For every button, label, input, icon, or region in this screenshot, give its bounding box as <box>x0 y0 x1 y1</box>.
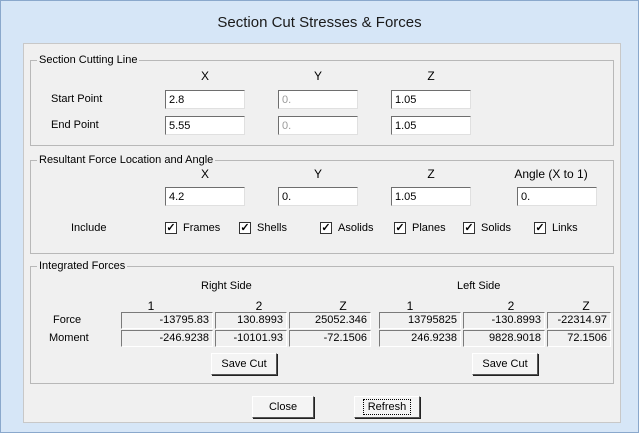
frames-checkbox[interactable]: ✓ Frames <box>165 221 220 235</box>
solids-checkbox[interactable]: ✓ Solids <box>463 221 511 235</box>
left-moment-1-value: 246.9238 <box>379 330 461 347</box>
left-force-1-value: 13795825 <box>379 312 461 329</box>
refresh-button-label: Refresh <box>362 399 412 415</box>
check-mark-icon: ✓ <box>165 222 177 234</box>
resultant-y-field[interactable] <box>278 187 358 206</box>
check-mark-icon: ✓ <box>320 222 332 234</box>
check-mark-icon: ✓ <box>394 222 406 234</box>
right-force-z-value: 25052.346 <box>289 312 371 329</box>
end-point-label: End Point <box>51 119 99 131</box>
left-force-2-value: -130.8993 <box>463 312 545 329</box>
right-col-2-header: 2 <box>255 299 263 313</box>
right-force-2-value: 130.8993 <box>215 312 287 329</box>
start-point-x-field[interactable] <box>165 90 245 109</box>
header-x: X <box>200 69 209 83</box>
left-col-2-header: 2 <box>507 299 515 313</box>
right-side-label: Right Side <box>201 280 252 292</box>
check-mark-icon: ✓ <box>239 222 251 234</box>
end-point-y-field <box>278 116 358 135</box>
title-bar: Section Cut Stresses & Forces <box>1 1 638 43</box>
close-button[interactable]: Close <box>252 396 314 418</box>
left-save-cut-button[interactable]: Save Cut <box>472 353 538 375</box>
resultant-x-field[interactable] <box>165 187 245 206</box>
right-moment-2-value: -10101.93 <box>215 330 287 347</box>
refresh-button[interactable]: Refresh <box>354 396 420 418</box>
right-moment-1-value: -246.9238 <box>121 330 213 347</box>
start-point-label: Start Point <box>51 93 103 105</box>
right-save-cut-button[interactable]: Save Cut <box>211 353 277 375</box>
section-cutting-line-group: Section Cutting Line X Y Z Start Point E… <box>30 53 614 146</box>
header-z: Z <box>427 69 435 83</box>
integrated-forces-group: Integrated Forces Right Side Left Side 1… <box>30 259 614 384</box>
planes-checkbox[interactable]: ✓ Planes <box>394 221 446 235</box>
dialog-window: Section Cut Stresses & Forces Section Cu… <box>0 0 639 433</box>
start-point-y-field <box>278 90 358 109</box>
asolids-checkbox[interactable]: ✓ Asolids <box>320 221 373 235</box>
left-col-1-header: 1 <box>406 299 414 313</box>
resultant-header-y: Y <box>313 167 322 181</box>
left-col-z-header: Z <box>582 299 590 313</box>
left-moment-z-value: 72.1506 <box>547 330 611 347</box>
resultant-angle-field[interactable] <box>517 187 597 206</box>
header-y: Y <box>313 69 322 83</box>
resultant-header-x: X <box>200 167 209 181</box>
check-mark-icon: ✓ <box>534 222 546 234</box>
start-point-z-field[interactable] <box>391 90 471 109</box>
links-checkbox[interactable]: ✓ Links <box>534 221 578 235</box>
shells-checkbox[interactable]: ✓ Shells <box>239 221 287 235</box>
left-side-label: Left Side <box>457 280 501 292</box>
end-point-x-field[interactable] <box>165 116 245 135</box>
right-force-1-value: -13795.83 <box>121 312 213 329</box>
resultant-header-angle: Angle (X to 1) <box>514 167 588 181</box>
resultant-force-legend: Resultant Force Location and Angle <box>37 153 216 167</box>
end-point-z-field[interactable] <box>391 116 471 135</box>
force-row-label: Force <box>53 314 82 326</box>
resultant-header-z: Z <box>427 167 435 181</box>
left-moment-2-value: 9828.9018 <box>463 330 545 347</box>
resultant-force-group: Resultant Force Location and Angle X Y Z… <box>30 153 614 254</box>
integrated-forces-legend: Integrated Forces <box>37 259 128 273</box>
right-col-1-header: 1 <box>147 299 155 313</box>
moment-row-label: Moment <box>49 332 89 344</box>
dialog-title: Section Cut Stresses & Forces <box>217 13 422 31</box>
right-moment-z-value: -72.1506 <box>289 330 371 347</box>
dialog-client-area: Section Cutting Line X Y Z Start Point E… <box>23 43 621 423</box>
section-cutting-line-legend: Section Cutting Line <box>37 53 140 67</box>
left-force-z-value: -22314.97 <box>547 312 611 329</box>
resultant-z-field[interactable] <box>391 187 471 206</box>
check-mark-icon: ✓ <box>463 222 475 234</box>
include-label: Include <box>71 222 107 234</box>
